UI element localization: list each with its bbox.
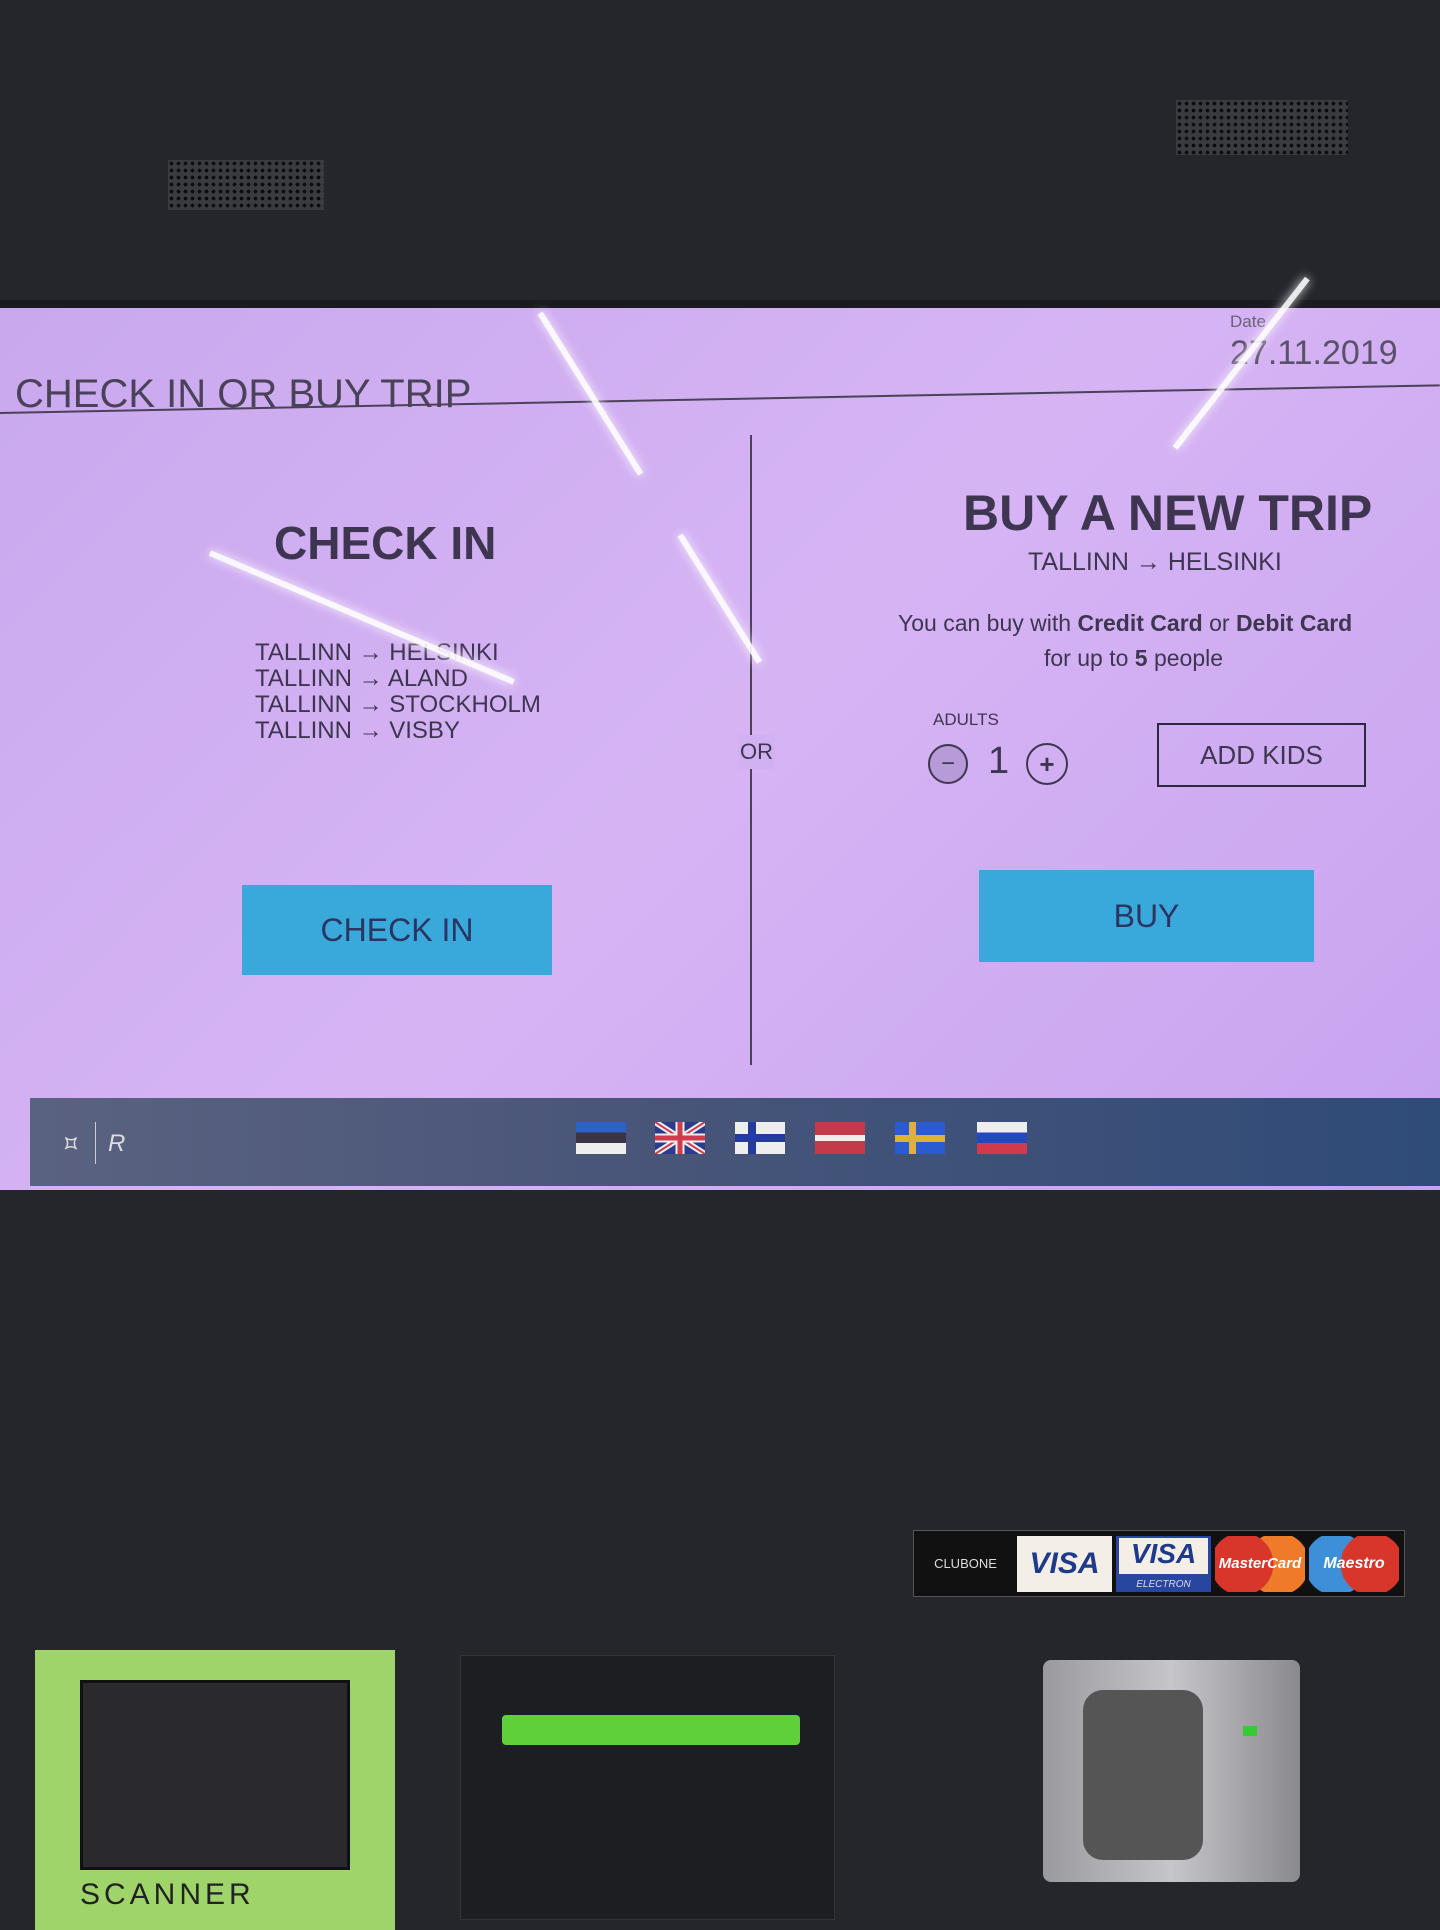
mastercard-logo: MasterCard: [1215, 1535, 1305, 1592]
route-item: TALLINN → ALAND: [255, 665, 468, 692]
buy-route: TALLINN → HELSINKI: [1028, 548, 1282, 576]
check-in-heading: CHECK IN: [274, 517, 497, 569]
maestro-logo: Maestro: [1309, 1535, 1399, 1592]
info-credit-card: Credit Card: [1077, 610, 1203, 636]
route-list: TALLINN → HELSINKI TALLINN → ALAND TALLI…: [255, 640, 541, 744]
flag-estonian-icon[interactable]: [576, 1122, 626, 1154]
info-debit-card: Debit Card: [1235, 610, 1353, 636]
check-in-button[interactable]: CHECK IN: [242, 885, 552, 975]
scanner[interactable]: SCANNER: [35, 1650, 395, 1930]
people-limit: for up to 5 people: [1044, 645, 1223, 672]
restart-logo-icon: R: [108, 1130, 126, 1157]
adults-count: 1: [988, 740, 1010, 782]
card-slot[interactable]: [1083, 1690, 1203, 1860]
buy-heading: BUY A NEW TRIP: [963, 485, 1373, 541]
decrease-adults-button[interactable]: −: [928, 744, 968, 784]
speaker-grille-right: [1176, 100, 1348, 155]
card-brands-panel: CLUBONE VISA VISA ELECTRON MasterCard Ma…: [913, 1530, 1405, 1597]
add-kids-button[interactable]: ADD KIDS: [1157, 723, 1366, 787]
visa-text: VISA: [1119, 1537, 1208, 1574]
card-reader-led: [1243, 1726, 1257, 1736]
scanner-label: SCANNER: [80, 1878, 255, 1911]
route-item: TALLINN → STOCKHOLM: [255, 691, 541, 718]
card-reader[interactable]: [1043, 1660, 1300, 1882]
info-text: or: [1202, 610, 1236, 636]
ticket-slot[interactable]: [502, 1715, 800, 1745]
logo-divider: [95, 1122, 96, 1164]
electron-text: ELECTRON: [1136, 1578, 1191, 1590]
visa-electron-logo: VISA ELECTRON: [1116, 1535, 1211, 1592]
clubone-logo: CLUBONE: [934, 1556, 997, 1571]
flag-english-icon[interactable]: [655, 1122, 705, 1154]
speaker-grille-left: [168, 160, 324, 210]
flag-latvian-icon[interactable]: [815, 1122, 865, 1154]
or-label: OR: [738, 735, 775, 769]
info-text: people: [1147, 645, 1224, 671]
date-label: Date: [1230, 312, 1266, 331]
route-item: TALLINN → VISBY: [255, 717, 460, 744]
visa-logo: VISA: [1017, 1535, 1112, 1592]
ticket-slot-panel: [460, 1655, 835, 1920]
route-item: TALLINN → HELSINKI: [255, 639, 499, 666]
info-text: for up to: [1044, 645, 1135, 671]
flag-swedish-icon[interactable]: [895, 1122, 945, 1154]
payment-info: You can buy with Credit Card or Debit Ca…: [898, 610, 1352, 637]
flag-russian-icon[interactable]: [977, 1122, 1027, 1154]
adults-label: ADULTS: [933, 710, 999, 729]
buy-button[interactable]: BUY: [979, 870, 1314, 962]
info-text: You can buy with: [898, 610, 1078, 636]
scanner-window: [80, 1680, 350, 1870]
brand-logo-icon: ⯏: [62, 1130, 81, 1157]
info-count: 5: [1134, 645, 1148, 671]
increase-adults-button[interactable]: +: [1026, 743, 1068, 785]
flag-finnish-icon[interactable]: [735, 1122, 785, 1154]
